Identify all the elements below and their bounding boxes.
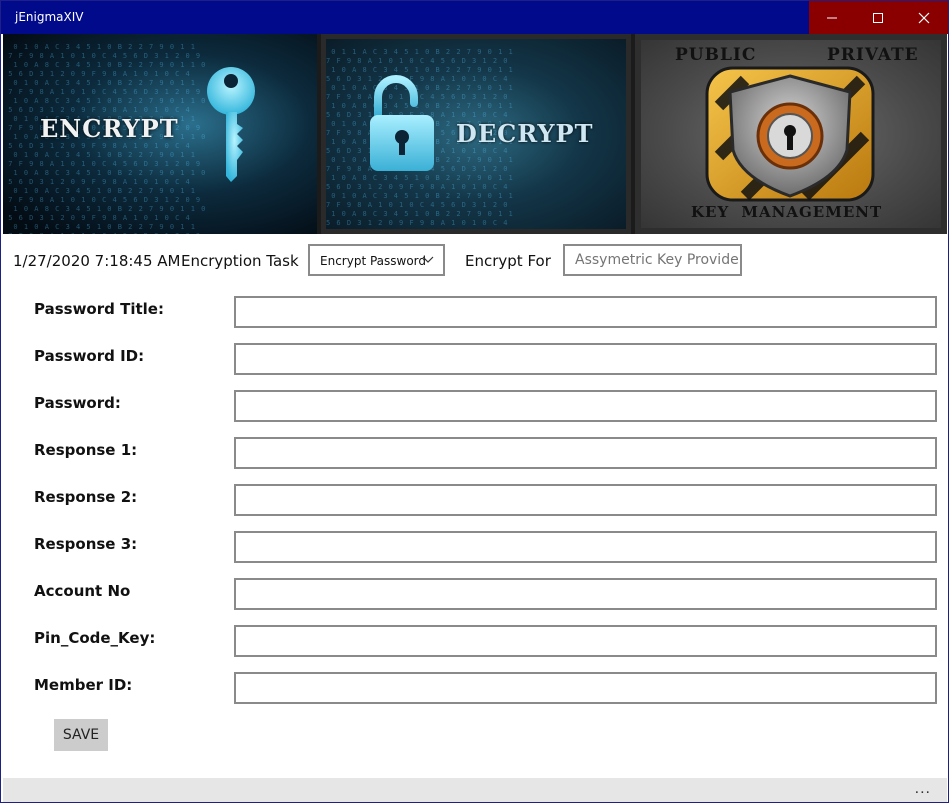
app-window: jEnigmaXIV 0 1 0 A C 3 4 5 1 0 B 2 2 7 9… (0, 0, 949, 803)
window-controls (809, 1, 948, 34)
pin-code-key-input[interactable] (234, 625, 937, 657)
form-row-password-title: Password Title: (1, 296, 948, 329)
encryption-task-value: Encrypt Password (320, 254, 427, 268)
form-row-member-id: Member ID: (1, 672, 948, 705)
member-id-input[interactable] (234, 672, 937, 704)
response-2-label: Response 2: (34, 488, 138, 506)
password-id-input[interactable] (234, 343, 937, 375)
password-label: Password: (34, 394, 121, 412)
form-row-response-2: Response 2: (1, 484, 948, 517)
form-row-response-1: Response 1: (1, 437, 948, 470)
form-row-pin-code-key: Pin_Code_Key: (1, 625, 948, 658)
decrypt-tile[interactable]: 0 1 1 A C 3 4 5 1 0 B 2 2 7 9 0 1 1 7 F … (321, 34, 631, 234)
member-id-label: Member ID: (34, 676, 133, 694)
close-button[interactable] (901, 1, 947, 34)
response-3-input[interactable] (234, 531, 937, 563)
form-row-account-no: Account No (1, 578, 948, 611)
form-row-response-3: Response 3: (1, 531, 948, 564)
window-title: jEnigmaXIV (15, 10, 84, 24)
encryption-task-dropdown[interactable]: Encrypt Password (308, 244, 445, 276)
minimize-button[interactable] (809, 1, 855, 34)
account-no-input[interactable] (234, 578, 937, 610)
password-title-input[interactable] (234, 296, 937, 328)
encrypt-label: ENCRYPT (40, 114, 179, 143)
decrypt-label: DECRYPT (456, 119, 594, 148)
encrypt-tile[interactable]: 0 1 0 A C 3 4 5 1 0 B 2 2 7 9 0 1 1 7 F … (3, 34, 317, 234)
toolbar: 1/27/2020 7:18:45 AM Encryption Task Enc… (1, 244, 948, 276)
form-row-password-id: Password ID: (1, 343, 948, 376)
shield-lock-icon (705, 66, 875, 202)
title-bar[interactable]: jEnigmaXIV (1, 1, 948, 34)
key-management-label: KEY MANAGEMENT (691, 203, 883, 221)
key-management-tile[interactable]: PUBLIC PRIVATE KEY MANAGEMENT (635, 34, 947, 234)
response-1-input[interactable] (234, 437, 937, 469)
encrypt-for-input[interactable] (563, 244, 742, 276)
minimize-icon (827, 17, 837, 18)
response-2-input[interactable] (234, 484, 937, 516)
save-button[interactable]: SAVE (54, 719, 108, 751)
account-no-label: Account No (34, 582, 131, 600)
more-options-button[interactable]: ... (915, 780, 931, 798)
form-row-password: Password: (1, 390, 948, 423)
app-bar: ... (3, 778, 947, 802)
banner: 0 1 0 A C 3 4 5 1 0 B 2 2 7 9 0 1 1 7 F … (3, 34, 947, 234)
maximize-icon (873, 12, 883, 23)
datetime-text: 1/27/2020 7:18:45 AM (13, 252, 181, 270)
password-input[interactable] (234, 390, 937, 422)
encrypt-for-label: Encrypt For (465, 252, 551, 270)
private-label: PRIVATE (827, 45, 919, 65)
chevron-down-icon (422, 256, 434, 263)
public-label: PUBLIC (675, 45, 757, 65)
password-id-label: Password ID: (34, 347, 145, 365)
pin-code-key-label: Pin_Code_Key: (34, 629, 156, 647)
close-icon (918, 12, 930, 23)
key-icon (207, 67, 255, 182)
maximize-button[interactable] (855, 1, 901, 34)
response-1-label: Response 1: (34, 441, 138, 459)
response-3-label: Response 3: (34, 535, 138, 553)
password-title-label: Password Title: (34, 300, 164, 318)
unlocked-padlock-icon (370, 75, 434, 171)
encryption-task-label: Encryption Task (181, 252, 299, 270)
